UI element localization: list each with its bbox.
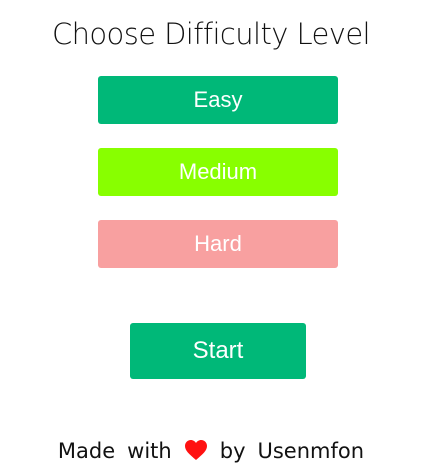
- heart-icon: [184, 439, 208, 467]
- start-button[interactable]: Start: [130, 323, 306, 379]
- footer-with-text: with: [127, 439, 172, 463]
- page-title: Choose Difficulty Level: [51, 17, 371, 51]
- footer-credit: Made with by Usenmfon: [0, 436, 422, 467]
- footer-author-text: Usenmfon: [257, 439, 365, 463]
- medium-button[interactable]: Medium: [98, 148, 338, 196]
- footer-by-text: by: [219, 439, 246, 463]
- easy-button[interactable]: Easy: [98, 76, 338, 124]
- footer-made-text: Made: [57, 439, 116, 463]
- hard-button[interactable]: Hard: [98, 220, 338, 268]
